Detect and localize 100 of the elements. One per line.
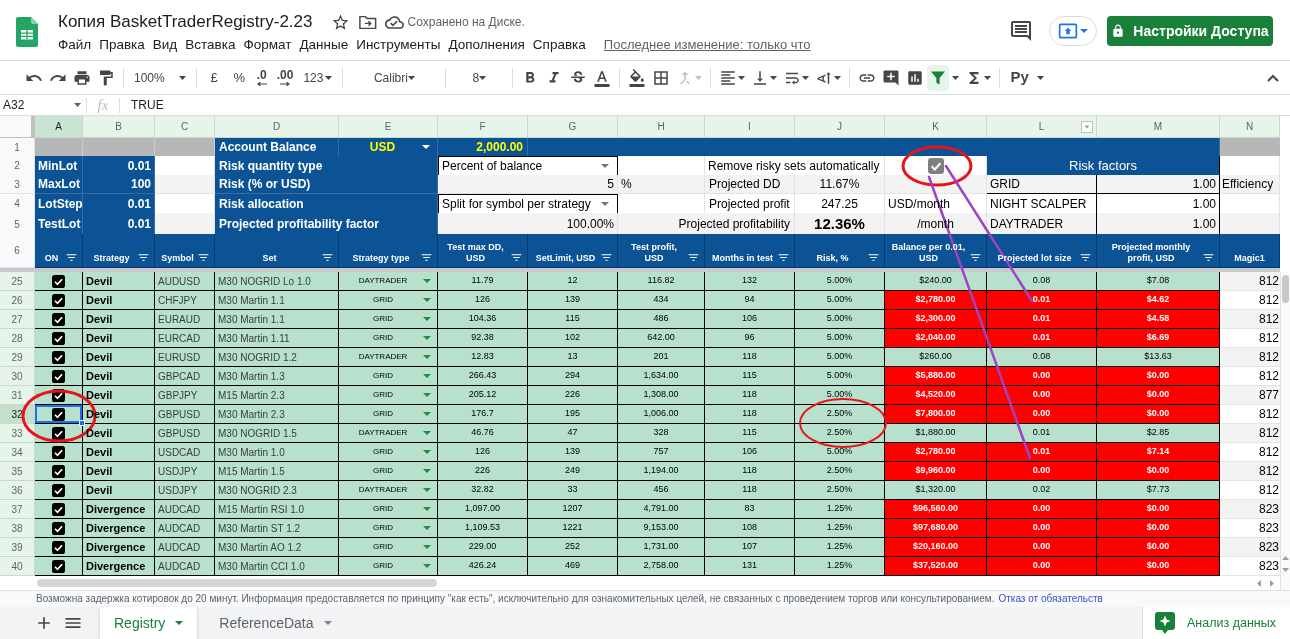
- fill-handle-icon[interactable]: [79, 420, 85, 426]
- font-size-dropdown[interactable]: 8: [451, 64, 508, 91]
- formula-field[interactable]: TRUE: [120, 95, 1290, 115]
- checkbox[interactable]: [52, 350, 65, 364]
- column-header[interactable]: B: [83, 116, 155, 138]
- select-field[interactable]: Split for symbol per strategy: [438, 194, 618, 214]
- row-number[interactable]: 37: [0, 500, 35, 519]
- strategy-type-dropdown[interactable]: GRID: [339, 443, 438, 462]
- last-edit-link[interactable]: Последнее изменение: только что: [603, 35, 811, 55]
- strategy-type-dropdown[interactable]: GRID: [339, 310, 438, 329]
- folder-arrow-icon[interactable]: [358, 14, 377, 30]
- checkbox[interactable]: [52, 483, 65, 497]
- sheet-tab[interactable]: ReferenceData: [205, 607, 346, 639]
- font-dropdown[interactable]: Calibri: [348, 64, 441, 91]
- strategy-type-dropdown[interactable]: GRID: [339, 557, 438, 576]
- strategy-type-dropdown[interactable]: DAYTRADER: [339, 481, 438, 500]
- row-number[interactable]: 25: [0, 272, 35, 291]
- checkbox[interactable]: [52, 312, 65, 326]
- strategy-type-dropdown[interactable]: GRID: [339, 519, 438, 538]
- menu-item[interactable]: Формат: [239, 34, 296, 56]
- checkbox[interactable]: [52, 521, 65, 535]
- row-number[interactable]: 2: [0, 156, 35, 177]
- decrease-decimals-button[interactable]: .0: [251, 64, 272, 91]
- checkbox[interactable]: [927, 157, 944, 174]
- row-number[interactable]: 28: [0, 329, 35, 348]
- star-icon[interactable]: [330, 12, 350, 32]
- column-header[interactable]: K: [885, 116, 987, 138]
- row-number[interactable]: 30: [0, 367, 35, 386]
- column-header[interactable]: D: [215, 116, 339, 138]
- column-header[interactable]: G: [528, 116, 618, 138]
- checkbox[interactable]: [52, 464, 65, 478]
- strategy-type-dropdown[interactable]: GRID: [339, 462, 438, 481]
- filter-icon[interactable]: [420, 251, 433, 264]
- column-header[interactable]: C: [155, 116, 215, 138]
- scroll-up-icon[interactable]: [1282, 556, 1289, 560]
- name-box[interactable]: A32: [0, 95, 86, 115]
- row-number[interactable]: 34: [0, 443, 35, 462]
- column-header[interactable]: H: [618, 116, 705, 138]
- row-number[interactable]: 36: [0, 481, 35, 500]
- strategy-type-dropdown[interactable]: GRID: [339, 386, 438, 405]
- input-tools-dropdown[interactable]: Ру: [1005, 64, 1049, 91]
- menu-item[interactable]: Вставка: [181, 34, 240, 56]
- scroll-down-icon[interactable]: [1282, 568, 1289, 572]
- increase-decimals-button[interactable]: .00: [271, 64, 299, 91]
- zoom-dropdown[interactable]: 100%: [129, 64, 191, 91]
- checkbox[interactable]: [52, 445, 65, 459]
- checkbox[interactable]: [52, 426, 65, 440]
- explore-button[interactable]: Анализ данных: [1142, 607, 1290, 639]
- scrollbar-thumb[interactable]: [1282, 275, 1289, 303]
- column-header[interactable]: N: [1220, 116, 1280, 138]
- row-number[interactable]: 40: [0, 557, 35, 576]
- filter-icon[interactable]: [321, 251, 334, 264]
- row-number[interactable]: 39: [0, 538, 35, 557]
- checkbox[interactable]: [52, 369, 65, 383]
- column-header[interactable]: A: [35, 116, 83, 138]
- filter-icon[interactable]: [600, 251, 613, 264]
- filter-icon[interactable]: [1202, 251, 1215, 264]
- checkbox[interactable]: [52, 540, 65, 554]
- checkbox[interactable]: [52, 407, 65, 421]
- menu-item[interactable]: Вид: [148, 34, 182, 56]
- row-number[interactable]: 35: [0, 462, 35, 481]
- row-number[interactable]: 26: [0, 291, 35, 310]
- filter-icon[interactable]: [510, 251, 523, 264]
- strategy-type-dropdown[interactable]: GRID: [339, 538, 438, 557]
- menu-item[interactable]: Инструменты: [352, 34, 445, 56]
- filter-icon[interactable]: [197, 251, 210, 264]
- strategy-type-dropdown[interactable]: DAYTRADER: [339, 272, 438, 291]
- filter-icon[interactable]: [1079, 251, 1092, 264]
- menu-item[interactable]: Файл: [54, 34, 96, 56]
- sheet-tab[interactable]: Registry: [100, 607, 198, 639]
- column-header[interactable]: M: [1097, 116, 1220, 138]
- filter-icon[interactable]: [137, 251, 150, 264]
- strategy-type-dropdown[interactable]: GRID: [339, 329, 438, 348]
- strategy-type-dropdown[interactable]: DAYTRADER: [339, 424, 438, 443]
- filter-icon[interactable]: [867, 251, 880, 264]
- strategy-type-dropdown[interactable]: GRID: [339, 405, 438, 424]
- strategy-type-dropdown[interactable]: GRID: [339, 291, 438, 310]
- spreadsheet-logo-icon[interactable]: [16, 17, 38, 47]
- row-number[interactable]: 33: [0, 424, 35, 443]
- scroll-left-icon[interactable]: [1257, 579, 1261, 587]
- column-header[interactable]: I: [705, 116, 795, 138]
- share-button[interactable]: Настройки Доступа: [1107, 16, 1273, 46]
- row-number[interactable]: 38: [0, 519, 35, 538]
- filter-button[interactable]: [927, 64, 950, 91]
- row-number[interactable]: 3: [0, 175, 35, 194]
- row-number[interactable]: 5: [0, 213, 35, 237]
- row-number[interactable]: 6: [0, 234, 35, 268]
- select-field[interactable]: Percent of balance: [438, 156, 618, 177]
- checkbox[interactable]: [52, 293, 65, 307]
- checkbox[interactable]: [52, 331, 65, 345]
- strategy-type-dropdown[interactable]: GRID: [339, 367, 438, 386]
- filter-icon[interactable]: [687, 251, 700, 264]
- row-number[interactable]: 4: [0, 194, 35, 214]
- row-number[interactable]: 27: [0, 310, 35, 329]
- checkbox[interactable]: [52, 502, 65, 516]
- number-format-dropdown[interactable]: 123: [298, 64, 338, 91]
- column-header[interactable]: L: [987, 116, 1097, 138]
- currency-button[interactable]: £: [201, 64, 227, 91]
- menu-item[interactable]: Дополнения: [444, 34, 529, 56]
- disclaimer-link[interactable]: Отказ от обязательств: [998, 593, 1103, 604]
